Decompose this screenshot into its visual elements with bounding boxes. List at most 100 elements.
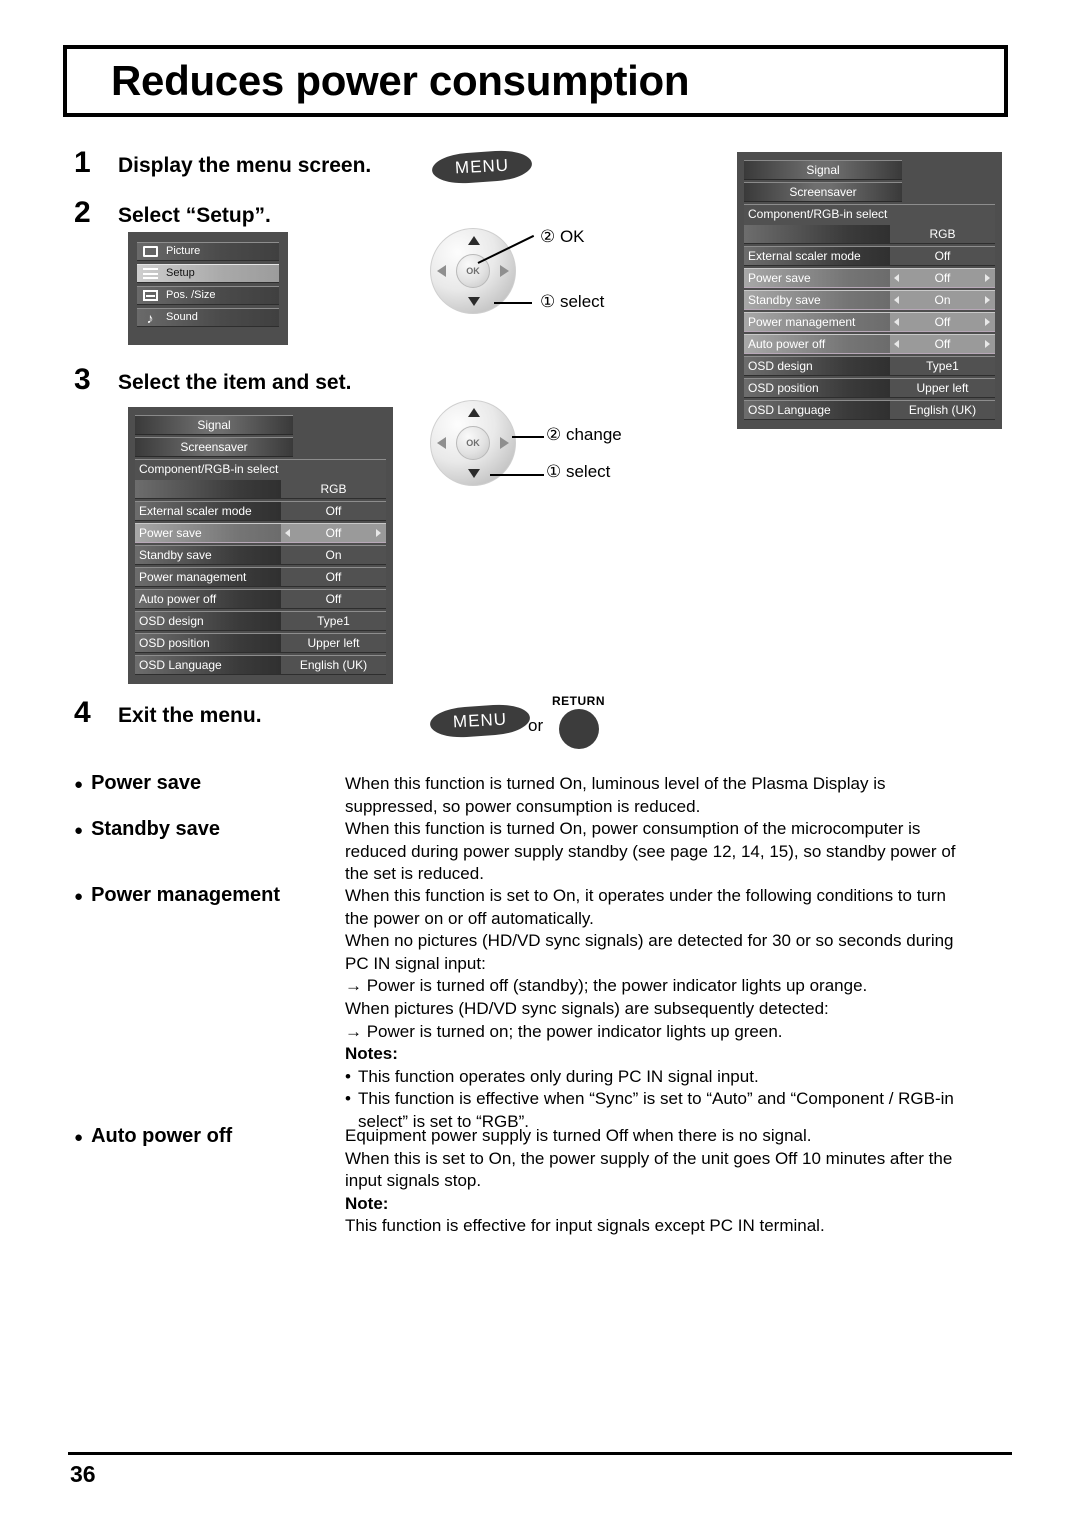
dpad-up-icon[interactable]: [468, 408, 480, 417]
left-arrow-icon[interactable]: [894, 296, 899, 304]
position-icon: [139, 290, 161, 301]
osd-row-bar: [744, 225, 890, 243]
menu-item-label: Sound: [166, 311, 198, 323]
osd-row-osd-design[interactable]: OSD design Type1: [744, 356, 995, 376]
description-power-management: When this function is set to On, it oper…: [345, 885, 1010, 1134]
osd-row-value: RGB: [320, 481, 347, 496]
term-label: Standby save: [91, 818, 221, 840]
osd-row-bar: [135, 480, 281, 498]
callout-change: ② change: [546, 425, 622, 444]
dpad-up-icon[interactable]: [468, 236, 480, 245]
term-auto-power-off: ● Auto power off: [74, 1125, 232, 1148]
osd-main-menu: Picture Setup Pos. /Size ♪ Sound: [128, 232, 288, 345]
setup-icon: [139, 268, 161, 279]
osd-row-value: On: [934, 293, 951, 307]
osd-row-power-management[interactable]: Power management Off: [744, 312, 995, 332]
step-number: 4: [74, 696, 91, 729]
osd-row-external-scaler-mode[interactable]: External scaler mode Off: [744, 246, 995, 266]
right-arrow-icon[interactable]: [376, 529, 381, 537]
osd-row-power-save[interactable]: Power save Off: [135, 523, 386, 543]
page-title: Reduces power consumption: [111, 57, 690, 104]
osd-row-osd-position[interactable]: OSD position Upper left: [135, 633, 386, 653]
dpad-right-icon[interactable]: [500, 265, 509, 277]
menu-button[interactable]: MENU: [429, 702, 531, 740]
osd-row-value: English (UK): [299, 658, 368, 672]
right-arrow-icon[interactable]: [985, 318, 990, 326]
return-button-label: RETURN: [552, 694, 605, 708]
term-power-management: ● Power management: [74, 884, 280, 907]
menu-item-sound[interactable]: ♪ Sound: [137, 308, 279, 327]
dpad-left-icon[interactable]: [437, 437, 446, 449]
osd-row-label: Power save: [139, 526, 202, 540]
osd-row-standby-save[interactable]: Standby save On: [744, 290, 995, 310]
osd-row-value: Off: [934, 271, 951, 285]
osd-row-label: Auto power off: [748, 337, 826, 351]
osd-row-label: Standby save: [748, 293, 821, 307]
dpad-right-icon[interactable]: [500, 437, 509, 449]
return-button[interactable]: [558, 709, 599, 749]
osd-header-signal[interactable]: Signal: [135, 415, 293, 435]
left-arrow-icon[interactable]: [894, 340, 899, 348]
osd-row-osd-position[interactable]: OSD position Upper left: [744, 378, 995, 398]
osd-row-auto-power-off[interactable]: Auto power off Off: [135, 589, 386, 609]
description-auto-power-off: Equipment power supply is turned Off whe…: [345, 1125, 1010, 1238]
menu-item-pos-size[interactable]: Pos. /Size: [137, 286, 279, 305]
menu-button[interactable]: MENU: [431, 148, 533, 186]
osd-row-label: OSD position: [748, 381, 819, 395]
osd-row-value: English (UK): [908, 403, 977, 417]
osd-row-component-rgb-in-select[interactable]: Component/RGB-in select RGB: [135, 459, 386, 499]
description-line: → Power is turned on; the power indicato…: [345, 1021, 783, 1041]
osd-row-auto-power-off[interactable]: Auto power off Off: [744, 334, 995, 354]
menu-item-picture[interactable]: Picture: [137, 242, 279, 261]
osd-row-label: OSD design: [748, 359, 813, 373]
dpad-down-icon[interactable]: [468, 469, 480, 478]
step-number: 3: [74, 363, 91, 396]
osd-row-power-save[interactable]: Power save Off: [744, 268, 995, 288]
osd-row-label: Power save: [748, 271, 811, 285]
osd-header-screensaver[interactable]: Screensaver: [744, 182, 902, 202]
osd-row-label: Standby save: [139, 548, 212, 562]
osd-row-label: Component/RGB-in select: [139, 462, 279, 476]
osd-row-standby-save[interactable]: Standby save On: [135, 545, 386, 565]
menu-item-label: Pos. /Size: [166, 289, 216, 301]
description-line: suppressed, so power consumption is redu…: [345, 796, 701, 816]
osd-row-power-management[interactable]: Power management Off: [135, 567, 386, 587]
step-number: 2: [74, 196, 91, 229]
right-arrow-icon[interactable]: [985, 296, 990, 304]
dpad-down-icon[interactable]: [468, 297, 480, 306]
description-line: When this function is turned On, luminou…: [345, 774, 886, 793]
left-arrow-icon[interactable]: [894, 274, 899, 282]
ok-button[interactable]: OK: [456, 426, 490, 460]
left-arrow-icon[interactable]: [894, 318, 899, 326]
osd-row-component-rgb-in-select[interactable]: Component/RGB-in select RGB: [744, 204, 995, 244]
osd-row-external-scaler-mode[interactable]: External scaler mode Off: [135, 501, 386, 521]
bullet-icon: ●: [74, 822, 84, 839]
menu-item-setup[interactable]: Setup: [137, 264, 279, 283]
osd-row-osd-language[interactable]: OSD Language English (UK): [135, 655, 386, 675]
callout-select-2: ① select: [546, 462, 611, 481]
dpad-left-icon[interactable]: [437, 265, 446, 277]
osd-header-screensaver[interactable]: Screensaver: [135, 437, 293, 457]
osd-row-osd-design[interactable]: OSD design Type1: [135, 611, 386, 631]
step-1: 1 Display the menu screen.: [74, 146, 371, 180]
description-line: the power on or off automatically.: [345, 908, 594, 928]
left-arrow-icon[interactable]: [285, 529, 290, 537]
osd-row-label: OSD design: [139, 614, 204, 628]
callout-leader: [490, 474, 544, 476]
description-power-save: When this function is turned On, luminou…: [345, 773, 1010, 818]
description-standby-save: When this function is turned On, power c…: [345, 818, 1010, 886]
description-line: → Power is turned off (standby); the pow…: [345, 976, 868, 996]
osd-header-signal[interactable]: Signal: [744, 160, 902, 180]
right-arrow-icon[interactable]: [985, 340, 990, 348]
footer-rule: [68, 1452, 1012, 1455]
osd-row-value: Upper left: [916, 381, 969, 395]
callout-leader: [494, 302, 532, 304]
bullet-icon: ●: [74, 776, 84, 793]
osd-row-value: Off: [934, 249, 951, 263]
return-button-group[interactable]: RETURN: [552, 694, 605, 749]
right-arrow-icon[interactable]: [985, 274, 990, 282]
osd-row-value: Off: [934, 315, 951, 329]
osd-row-osd-language[interactable]: OSD Language English (UK): [744, 400, 995, 420]
step-text: Display the menu screen.: [118, 154, 372, 177]
osd-row-label: External scaler mode: [748, 249, 861, 263]
